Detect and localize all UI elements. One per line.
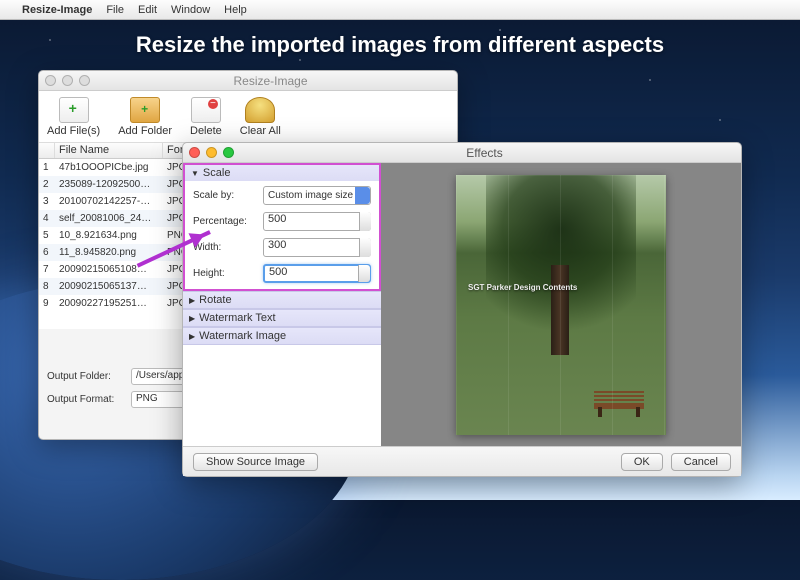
- effects-window: Effects ▼ Scale Scale by: Custom image si…: [182, 142, 742, 477]
- menu-help[interactable]: Help: [224, 4, 247, 16]
- effects-titlebar[interactable]: Effects: [183, 143, 741, 163]
- delete-button[interactable]: Delete: [190, 97, 222, 137]
- app-menu[interactable]: Resize-Image: [22, 4, 92, 16]
- cancel-button[interactable]: Cancel: [671, 453, 731, 471]
- height-field[interactable]: 500: [263, 264, 371, 283]
- add-folder-button[interactable]: Add Folder: [118, 97, 172, 137]
- preview-image: SGT Parker Design Contents: [456, 175, 666, 435]
- stepper-icon[interactable]: [358, 265, 370, 282]
- ok-button[interactable]: OK: [621, 453, 663, 471]
- percentage-value: 500: [268, 213, 286, 225]
- minimize-icon[interactable]: [206, 147, 217, 158]
- section-scale[interactable]: ▼ Scale: [183, 163, 381, 181]
- section-wm-text-label: Watermark Text: [199, 312, 275, 324]
- width-field[interactable]: 300: [263, 238, 371, 257]
- system-menubar: Resize-Image File Edit Window Help: [0, 0, 800, 20]
- clear-all-label: Clear All: [240, 125, 281, 137]
- effects-footer: Show Source Image OK Cancel: [183, 446, 741, 476]
- add-file-icon: [59, 97, 89, 123]
- height-value: 500: [269, 266, 287, 278]
- disclosure-right-icon: ▶: [189, 332, 195, 341]
- disclosure-right-icon: ▶: [189, 296, 195, 305]
- scale-by-select[interactable]: Custom image size: [263, 186, 371, 205]
- main-titlebar[interactable]: Resize-Image: [39, 71, 457, 91]
- width-value: 300: [268, 239, 286, 251]
- marketing-caption: Resize the imported images from differen…: [0, 32, 800, 58]
- section-scale-label: Scale: [203, 167, 231, 179]
- disclosure-right-icon: ▶: [189, 314, 195, 323]
- stepper-icon[interactable]: [359, 238, 371, 257]
- menu-edit[interactable]: Edit: [138, 4, 157, 16]
- stepper-icon[interactable]: [359, 212, 371, 231]
- output-folder-label: Output Folder:: [47, 371, 125, 382]
- scale-by-label: Scale by:: [193, 190, 257, 201]
- section-wm-image-label: Watermark Image: [199, 330, 286, 342]
- clear-all-button[interactable]: Clear All: [240, 97, 281, 137]
- section-watermark-image[interactable]: ▶ Watermark Image: [183, 327, 381, 345]
- close-icon[interactable]: [189, 147, 200, 158]
- delete-label: Delete: [190, 125, 222, 137]
- preview-pane: SGT Parker Design Contents: [381, 163, 741, 446]
- section-rotate-label: Rotate: [199, 294, 231, 306]
- main-toolbar: Add File(s) Add Folder Delete Clear All: [39, 91, 457, 143]
- menu-window[interactable]: Window: [171, 4, 210, 16]
- menu-file[interactable]: File: [106, 4, 124, 16]
- zoom-icon[interactable]: [79, 75, 90, 86]
- show-source-button[interactable]: Show Source Image: [193, 453, 318, 471]
- clear-all-icon: [245, 97, 275, 123]
- add-file-button[interactable]: Add File(s): [47, 97, 100, 137]
- section-watermark-text[interactable]: ▶ Watermark Text: [183, 309, 381, 327]
- add-folder-label: Add Folder: [118, 125, 172, 137]
- minimize-icon[interactable]: [62, 75, 73, 86]
- section-rotate[interactable]: ▶ Rotate: [183, 291, 381, 309]
- zoom-icon[interactable]: [223, 147, 234, 158]
- output-format-label: Output Format:: [47, 394, 125, 405]
- add-folder-icon: [130, 97, 160, 123]
- effects-window-title: Effects: [234, 146, 735, 160]
- col-index[interactable]: [39, 143, 55, 158]
- delete-icon: [191, 97, 221, 123]
- percentage-field[interactable]: 500: [263, 212, 371, 231]
- disclosure-down-icon: ▼: [191, 169, 199, 178]
- close-icon[interactable]: [45, 75, 56, 86]
- col-filename[interactable]: File Name: [55, 143, 163, 158]
- add-file-label: Add File(s): [47, 125, 100, 137]
- main-window-title: Resize-Image: [90, 74, 451, 88]
- height-label: Height:: [193, 268, 257, 279]
- effects-sidebar: ▼Scale Scale by: Custom image size Perce…: [183, 163, 381, 446]
